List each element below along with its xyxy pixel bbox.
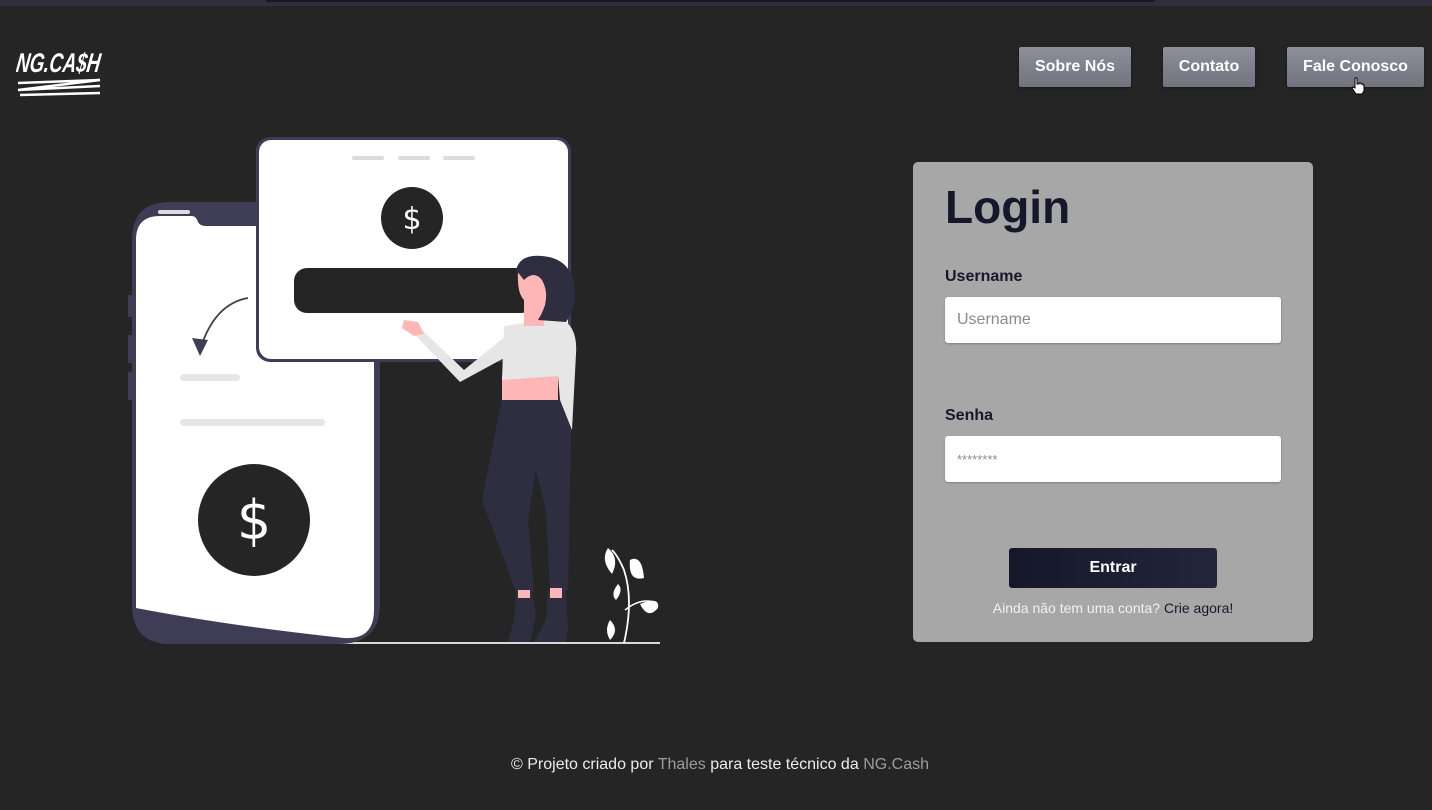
phone-dollar-sign: $ [237, 489, 271, 552]
top-strip-highlight [266, 0, 1155, 2]
login-card: Login Username Senha Entrar Ainda não te… [913, 162, 1313, 642]
card-dollar-sign: $ [402, 202, 421, 237]
page: NG.CA$H Sobre Nós Contato Fale Conosco $ [0, 0, 1432, 810]
footer-middle: para teste técnico da [710, 756, 859, 773]
contact-button[interactable]: Contato [1163, 47, 1255, 87]
ngcash-logo[interactable]: NG.CA$H [16, 38, 108, 100]
footer-prefix: © Projeto criado por [511, 756, 654, 773]
logo-text: NG.CA$H [16, 47, 104, 78]
plant-graphic [604, 548, 659, 644]
payment-illustration: $ $ [128, 137, 660, 644]
username-input[interactable] [945, 297, 1281, 343]
browser-top-strip [0, 0, 1432, 6]
login-title: Login [945, 181, 1071, 233]
logo-underline-2 [19, 91, 101, 97]
password-input[interactable] [945, 436, 1281, 482]
footer-company-link[interactable]: NG.Cash [863, 756, 929, 773]
password-label: Senha [945, 407, 994, 424]
signup-prompt: Ainda não tem uma conta? [992, 600, 1161, 616]
login-submit-button[interactable]: Entrar [1009, 548, 1217, 588]
signup-row: Ainda não tem uma conta? Crie agora! [913, 600, 1313, 616]
about-button[interactable]: Sobre Nós [1019, 47, 1131, 87]
hand-cursor-icon [1351, 77, 1365, 95]
logo-underline [17, 78, 101, 92]
signup-link[interactable]: Crie agora! [1164, 600, 1233, 616]
footer: © Projeto criado por Thales para teste t… [0, 756, 1432, 774]
username-label: Username [945, 268, 1023, 285]
footer-author-link[interactable]: Thales [658, 756, 706, 773]
